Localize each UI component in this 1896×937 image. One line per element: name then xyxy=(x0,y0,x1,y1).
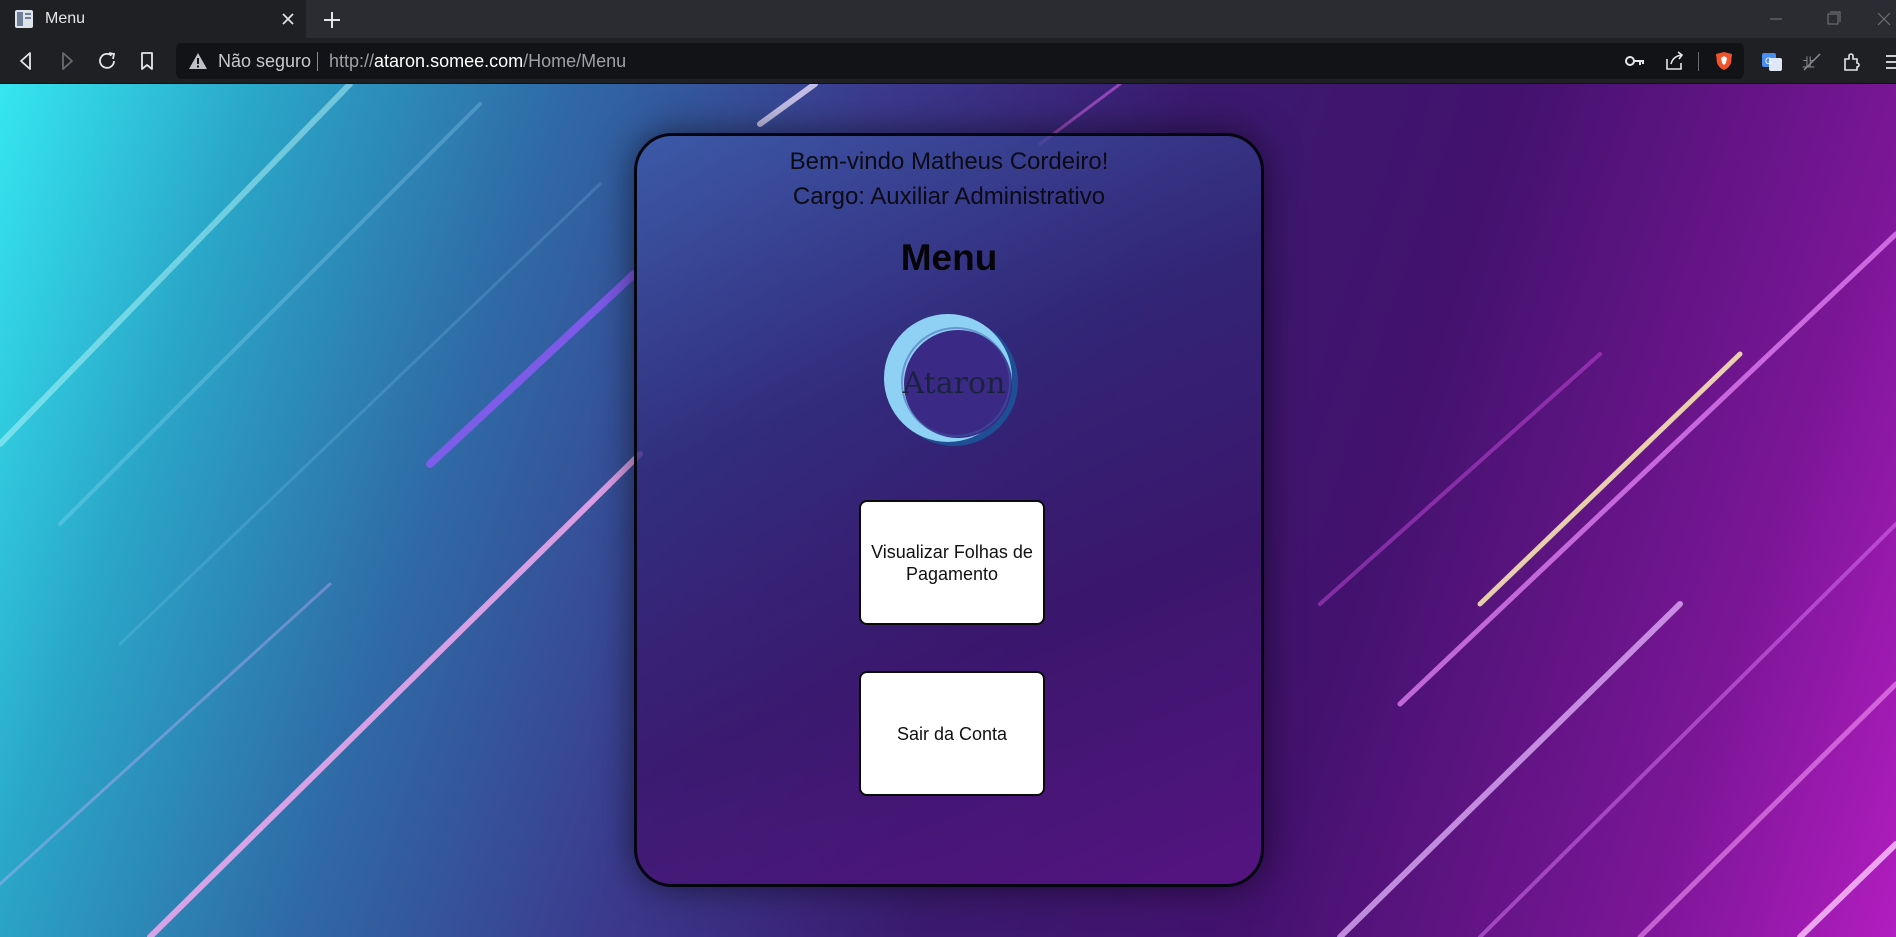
forward-icon[interactable] xyxy=(55,49,79,73)
reload-icon[interactable] xyxy=(95,49,119,73)
plus-icon[interactable] xyxy=(320,8,344,32)
browser-toolbar: Não seguro http://ataron.somee.com/Home/… xyxy=(0,38,1896,84)
warning-icon[interactable] xyxy=(188,52,208,70)
address-bar[interactable]: Não seguro http://ataron.somee.com/Home/… xyxy=(176,43,1744,79)
welcome-message: Bem-vindo Matheus Cordeiro! xyxy=(789,148,1109,175)
tab-title: Menu xyxy=(45,10,86,27)
url-path: /Home/Menu xyxy=(523,51,627,71)
close-icon[interactable] xyxy=(278,9,298,29)
tab-favicon-icon xyxy=(15,10,33,28)
address-divider xyxy=(1698,52,1699,71)
menu-card: Bem-vindo Matheus Cordeiro! Cargo: Auxil… xyxy=(634,133,1264,887)
url-text[interactable]: http://ataron.somee.com/Home/Menu xyxy=(329,51,626,71)
bookmark-icon[interactable] xyxy=(135,49,159,73)
logout-button[interactable]: Sair da Conta xyxy=(859,671,1045,796)
translate-off-icon[interactable]: 㐀 xyxy=(1800,50,1824,74)
restore-icon[interactable] xyxy=(1822,8,1846,30)
brave-shield-icon[interactable] xyxy=(1713,51,1735,71)
minimize-icon[interactable] xyxy=(1764,8,1788,30)
svg-text:G: G xyxy=(1765,56,1772,66)
menu-icon[interactable] xyxy=(1880,50,1896,74)
user-role: Cargo: Auxiliar Administrativo xyxy=(792,183,1106,210)
close-window-icon[interactable] xyxy=(1872,8,1896,30)
view-payroll-button[interactable]: Visualizar Folhas de Pagamento xyxy=(859,500,1045,625)
address-divider xyxy=(317,52,318,71)
security-label[interactable]: Não seguro xyxy=(218,51,311,71)
page-background: Bem-vindo Matheus Cordeiro! Cargo: Auxil… xyxy=(0,84,1896,937)
extensions-icon[interactable] xyxy=(1840,50,1864,74)
back-icon[interactable] xyxy=(14,49,38,73)
share-icon[interactable] xyxy=(1664,51,1686,71)
logo-text: Ataron xyxy=(902,366,1006,401)
translate-icon[interactable]: G xyxy=(1760,50,1784,74)
key-icon[interactable] xyxy=(1624,51,1646,71)
browser-tab[interactable]: Menu xyxy=(0,0,306,38)
page-title: Menu xyxy=(900,237,998,278)
url-host: ataron.somee.com xyxy=(374,51,524,71)
url-scheme: http:// xyxy=(329,51,375,71)
svg-text:㐀: 㐀 xyxy=(1802,55,1815,70)
tab-strip: Menu xyxy=(0,0,1896,38)
